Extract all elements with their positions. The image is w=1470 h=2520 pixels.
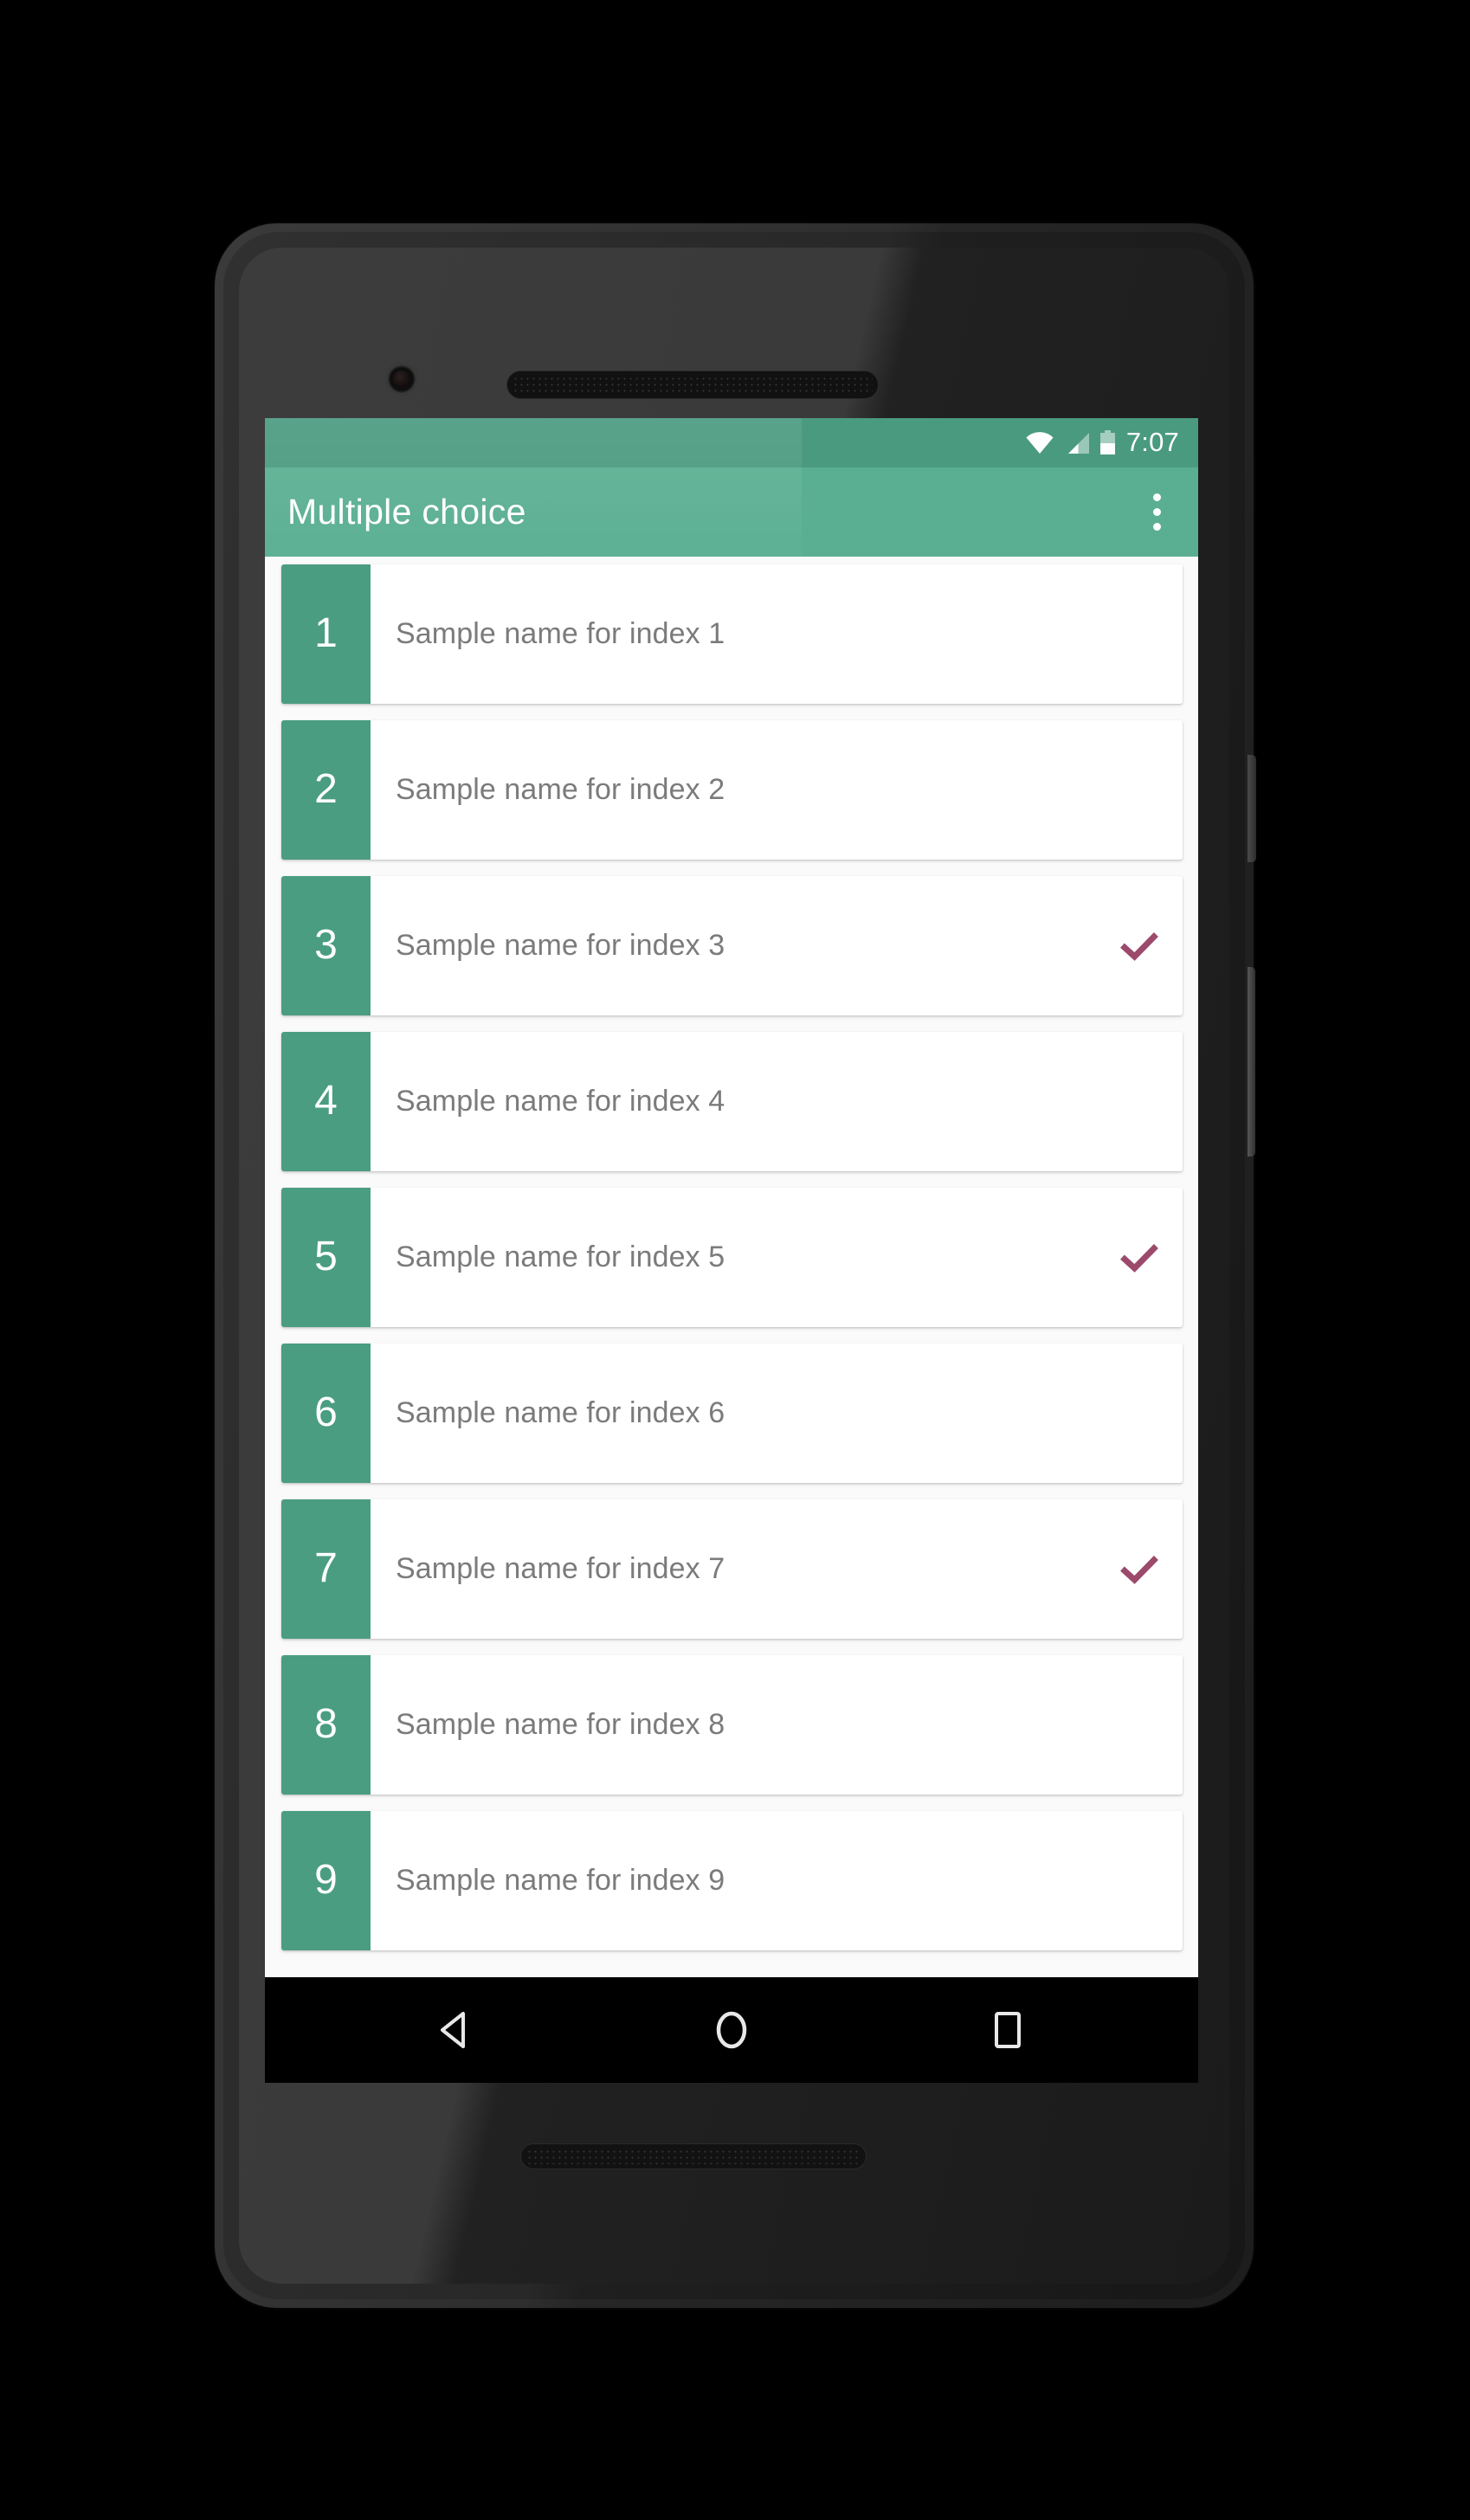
status-bar-icons — [1025, 430, 1116, 455]
list-item-index-number: 6 — [314, 1389, 338, 1435]
recents-icon[interactable] — [956, 1977, 1060, 2083]
signal-icon — [1064, 432, 1090, 454]
list-item-index-number: 5 — [314, 1233, 338, 1279]
overflow-menu-icon[interactable] — [1115, 467, 1198, 557]
list-item-body[interactable]: Sample name for index 6 — [371, 1344, 1183, 1483]
list-item-body[interactable]: Sample name for index 3 — [371, 876, 1183, 1015]
list-item-body[interactable]: Sample name for index 2 — [371, 720, 1183, 860]
bottom-speaker-grille — [520, 2143, 867, 2169]
choice-list[interactable]: 1 Sample name for index 1 2 Sample name for… — [265, 557, 1198, 2083]
list-item-body[interactable]: Sample name for index 9 — [371, 1811, 1183, 1950]
list-item-body[interactable]: Sample name for index 4 — [371, 1032, 1183, 1171]
front-camera-icon — [385, 363, 418, 396]
list-item-label: Sample name for index 2 — [396, 773, 725, 806]
list-item[interactable]: 4 Sample name for index 4 — [281, 1032, 1183, 1171]
check-icon — [1120, 1550, 1158, 1589]
list-item-index-badge: 4 — [281, 1032, 371, 1171]
list-item-body[interactable]: Sample name for index 8 — [371, 1655, 1183, 1795]
android-navigation-bar — [265, 1977, 1198, 2083]
list-item-label: Sample name for index 8 — [396, 1708, 725, 1741]
earpiece-speaker-grille — [506, 371, 879, 399]
list-item-body[interactable]: Sample name for index 5 — [371, 1188, 1183, 1327]
list-item-index-badge: 7 — [281, 1499, 371, 1639]
power-button[interactable] — [1248, 755, 1256, 862]
list-item-index-number: 3 — [314, 921, 338, 968]
list-item-label: Sample name for index 6 — [396, 1396, 725, 1429]
list-item-index-number: 2 — [314, 765, 338, 812]
check-icon — [1120, 927, 1158, 965]
home-icon[interactable] — [680, 1977, 783, 2083]
volume-rocker-button[interactable] — [1248, 967, 1255, 1157]
list-item-index-badge: 3 — [281, 876, 371, 1015]
list-item[interactable]: 3 Sample name for index 3 — [281, 876, 1183, 1015]
list-item-index-number: 1 — [314, 609, 338, 656]
grille-mesh — [526, 2149, 861, 2164]
list-item-label: Sample name for index 1 — [396, 617, 725, 650]
status-bar-clock: 7:07 — [1125, 427, 1179, 457]
overflow-dot — [1152, 493, 1161, 501]
list-item[interactable]: 5 Sample name for index 5 — [281, 1188, 1183, 1327]
app-bar: Multiple choice — [265, 467, 1198, 557]
overflow-dot — [1152, 523, 1161, 531]
phone-screen: 7:07 Multiple choice 1 Sample name for in… — [265, 418, 1198, 2083]
list-item-label: Sample name for index 3 — [396, 929, 725, 962]
list-item-index-number: 4 — [314, 1077, 338, 1124]
list-item-index-badge: 2 — [281, 720, 371, 860]
page-title: Multiple choice — [287, 492, 526, 532]
grille-mesh — [513, 376, 873, 394]
overflow-dot — [1152, 508, 1161, 516]
list-item-index-badge: 5 — [281, 1188, 371, 1327]
list-item[interactable]: 6 Sample name for index 6 — [281, 1344, 1183, 1483]
list-item-index-badge: 6 — [281, 1344, 371, 1483]
list-item-label: Sample name for index 9 — [396, 1864, 725, 1897]
list-item-body[interactable]: Sample name for index 7 — [371, 1499, 1183, 1639]
list-item-label: Sample name for index 5 — [396, 1241, 725, 1273]
list-item[interactable]: 1 Sample name for index 1 — [281, 564, 1183, 704]
list-item-label: Sample name for index 7 — [396, 1552, 725, 1585]
check-icon — [1120, 1239, 1158, 1277]
list-item[interactable]: 9 Sample name for index 9 — [281, 1811, 1183, 1950]
status-bar: 7:07 — [265, 418, 1198, 467]
list-item[interactable]: 7 Sample name for index 7 — [281, 1499, 1183, 1639]
back-icon[interactable] — [403, 1977, 507, 2083]
list-item-index-number: 7 — [314, 1544, 338, 1591]
battery-icon — [1099, 430, 1116, 455]
screenshot-canvas: 7:07 Multiple choice 1 Sample name for in… — [0, 0, 1470, 2520]
list-item-index-badge: 1 — [281, 564, 371, 704]
list-item-body[interactable]: Sample name for index 1 — [371, 564, 1183, 704]
list-item-label: Sample name for index 4 — [396, 1085, 725, 1118]
list-item-index-number: 9 — [314, 1856, 338, 1903]
list-item-index-badge: 9 — [281, 1811, 371, 1950]
list-item-index-number: 8 — [314, 1700, 338, 1747]
wifi-icon — [1025, 431, 1054, 454]
list-item-index-badge: 8 — [281, 1655, 371, 1795]
list-item[interactable]: 2 Sample name for index 2 — [281, 720, 1183, 860]
list-item[interactable]: 8 Sample name for index 8 — [281, 1655, 1183, 1795]
